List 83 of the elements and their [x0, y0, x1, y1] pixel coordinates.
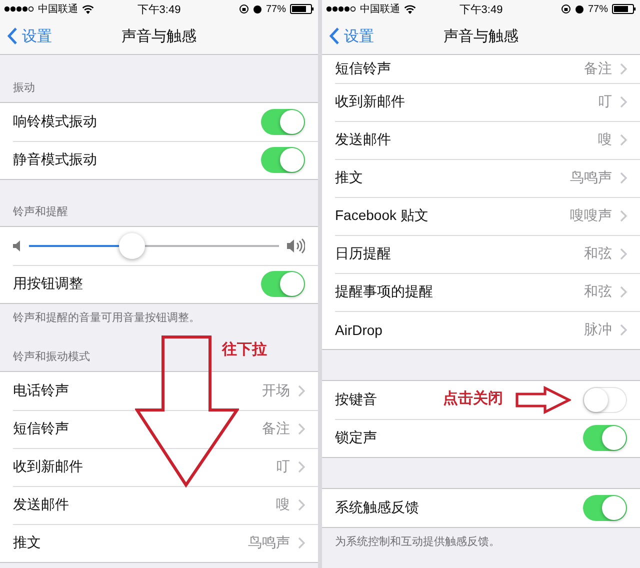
row-label: 收到新邮件: [13, 458, 83, 476]
right-arrow-drawing: [515, 386, 571, 414]
battery-icon: [612, 4, 636, 14]
row-label: 提醒事项的提醒: [335, 283, 433, 301]
toggle-switch[interactable]: [583, 425, 627, 451]
annotation-text: 点击关闭: [443, 389, 503, 408]
chevron-right-icon: [298, 385, 305, 397]
row-value: 和弦: [584, 245, 612, 263]
row-value: 和弦: [584, 283, 612, 301]
row-label: 收到新邮件: [335, 93, 405, 111]
volume-low-icon: [13, 240, 21, 252]
row-label: 推文: [335, 169, 363, 187]
section-header: 振动: [13, 81, 35, 95]
row-label: 响铃模式振动: [13, 113, 97, 131]
row-label: 按键音: [335, 391, 377, 409]
row-label: AirDrop: [335, 322, 382, 338]
volume-high-icon: [287, 238, 305, 254]
row-value: 鸟鸣声: [570, 169, 612, 187]
section-header: 铃声和提醒: [13, 205, 68, 219]
back-button[interactable]: 设置: [0, 26, 52, 46]
row-value: 叮: [598, 93, 612, 111]
row-label: 短信铃声: [13, 420, 69, 438]
row-label: 短信铃声: [335, 60, 391, 78]
wifi-icon: [82, 4, 94, 14]
row-value: 鸟鸣声: [248, 534, 290, 552]
row-label: Facebook 贴文: [335, 207, 428, 225]
row-value: 叮: [276, 458, 290, 476]
signal-icon: [326, 6, 356, 12]
chevron-right-icon: [620, 324, 627, 336]
row-label: 静音模式振动: [13, 151, 97, 169]
chevron-right-icon: [298, 537, 305, 549]
row-value: 脉冲: [584, 321, 612, 339]
row-label: 电话铃声: [13, 382, 69, 400]
chevron-left-icon: [329, 27, 340, 45]
row-label: 发送邮件: [335, 131, 391, 149]
toggle-switch[interactable]: [583, 495, 627, 521]
section-footer: 为系统控制和互动提供触感反馈。: [322, 528, 640, 549]
battery-percent: 77%: [588, 4, 608, 14]
status-time: 下午3:49: [459, 2, 503, 16]
annotation-text: 往下拉: [222, 340, 267, 359]
rotation-lock-icon: [238, 4, 249, 14]
chevron-right-icon: [620, 172, 627, 184]
battery-percent: 77%: [266, 4, 286, 14]
chevron-right-icon: [620, 210, 627, 222]
section-header: 铃声和振动模式: [13, 350, 90, 364]
status-time: 下午3:49: [137, 2, 181, 16]
screen-title: 声音与触感: [444, 26, 518, 46]
chevron-right-icon: [298, 499, 305, 511]
carrier-name: 中国联通: [360, 2, 400, 16]
rotation-lock-icon: [560, 4, 571, 14]
row-value: 开场: [262, 382, 290, 400]
signal-icon: [4, 6, 34, 12]
row-value: 备注: [584, 60, 612, 78]
chevron-right-icon: [298, 423, 305, 435]
row-label: 日历提醒: [335, 245, 391, 263]
wifi-icon: [404, 4, 416, 14]
carrier-name: 中国联通: [38, 2, 78, 16]
chevron-right-icon: [298, 461, 305, 473]
row-value: 嗖: [598, 131, 612, 149]
toggle-switch[interactable]: [261, 271, 305, 297]
slider-thumb[interactable]: [118, 233, 144, 259]
row-label: 系统触感反馈: [335, 499, 419, 517]
screen-title: 声音与触感: [122, 26, 196, 46]
row-label: 发送邮件: [13, 496, 69, 514]
chevron-right-icon: [620, 134, 627, 146]
chevron-right-icon: [620, 96, 627, 108]
section-footer: 铃声和提醒的音量可用音量按钮调整。: [0, 304, 318, 325]
chevron-right-icon: [620, 286, 627, 298]
row-label: 推文: [13, 534, 41, 552]
row-value: 嗖: [276, 496, 290, 514]
row-label: 锁定声: [335, 429, 377, 447]
row-value: 备注: [262, 420, 290, 438]
toggle-switch[interactable]: [583, 387, 627, 413]
volume-slider[interactable]: [29, 233, 279, 259]
row-label: 用按钮调整: [13, 275, 83, 293]
chevron-right-icon: [620, 63, 627, 75]
chevron-left-icon: [7, 27, 18, 45]
chevron-right-icon: [620, 248, 627, 260]
back-button[interactable]: 设置: [322, 26, 374, 46]
toggle-switch[interactable]: [261, 109, 305, 135]
row-value: 嗖嗖声: [570, 207, 612, 225]
battery-icon: [290, 4, 314, 14]
toggle-switch[interactable]: [261, 147, 305, 173]
